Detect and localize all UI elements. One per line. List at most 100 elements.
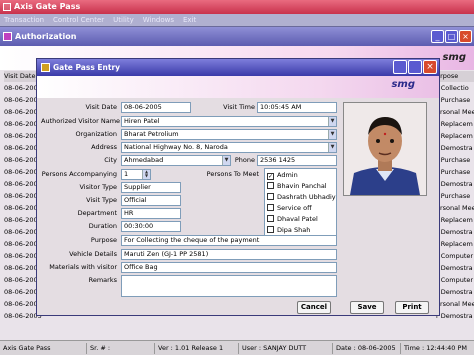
table-row-purpose[interactable]: r Demostra	[436, 227, 474, 238]
menu-control-center[interactable]: Control Center	[53, 16, 104, 24]
status-bar: Axis Gate Pass Sr. # : Ver : 1.01 Releas…	[0, 340, 474, 355]
dialog-minimize-button[interactable]	[393, 60, 407, 74]
stepper-arrows-icon[interactable]: ▲ ▼	[142, 170, 150, 179]
purpose-field[interactable]: For Collecting the cheque of the payment	[121, 235, 337, 246]
table-row-purpose[interactable]: r Demostra	[436, 263, 474, 274]
address-select[interactable]: National Highway No. 8, Naroda ▼	[121, 142, 337, 153]
dialog-title-bar: Gate Pass Entry	[37, 59, 439, 76]
address-label: Address	[91, 143, 117, 151]
table-row-purpose[interactable]: ersonal Mee	[436, 299, 474, 310]
table-row-purpose[interactable]: r Computer	[436, 251, 474, 262]
table-row-purpose[interactable]: r Demostra	[436, 311, 474, 322]
table-row-purpose[interactable]: r Replacem	[436, 131, 474, 142]
organization-value: Bharat Petrolium	[124, 130, 179, 138]
phone-field[interactable]: 2536 1425	[257, 155, 337, 166]
table-row-purpose[interactable]: ersonal Mee	[436, 107, 474, 118]
person-to-meet-item[interactable]: Dhaval Patel	[267, 214, 335, 225]
col-header-purpose[interactable]: urpose	[436, 71, 474, 82]
city-value: Ahmedabad	[124, 156, 164, 164]
table-row-purpose[interactable]: r Collectio	[436, 83, 474, 94]
person-to-meet-item[interactable]: Service off	[267, 203, 335, 214]
table-row-purpose[interactable]: r Purchase	[436, 191, 474, 202]
person-name: Dashrath Ubhadiya	[277, 193, 337, 201]
menu-transaction[interactable]: Transaction	[4, 16, 44, 24]
table-row-purpose[interactable]: r Computer	[436, 275, 474, 286]
app-title: Axis Gate Pass	[14, 2, 81, 11]
cancel-button[interactable]: Cancel	[297, 301, 331, 314]
person-to-meet-item[interactable]: Bhavin Panchal	[267, 181, 335, 192]
table-row-purpose[interactable]: r Replacem	[436, 239, 474, 250]
visitor-type-field[interactable]: Supplier	[121, 182, 181, 193]
app-icon	[3, 3, 11, 11]
visitor-photo	[343, 102, 427, 196]
menu-windows[interactable]: Windows	[143, 16, 174, 24]
table-row-purpose[interactable]: r Demostra	[436, 179, 474, 190]
menu-utility[interactable]: Utility	[113, 16, 134, 24]
status-serial: Sr. # :	[86, 343, 110, 354]
status-date: Date : 08-06-2005	[332, 343, 396, 354]
dialog-close-button[interactable]: ×	[423, 60, 437, 74]
dialog-maximize-button[interactable]	[408, 60, 422, 74]
persons-to-meet-list[interactable]: ✓ Admin Bhavin Panchal Dashrath Ubhadiya Ser…	[264, 168, 337, 241]
dialog-icon	[41, 63, 50, 72]
checkbox[interactable]	[267, 215, 274, 222]
organization-label: Organization	[75, 130, 117, 138]
persons-accompanying-value: 1	[124, 170, 129, 178]
chevron-down-icon[interactable]: ▼	[328, 117, 336, 126]
save-button[interactable]: Save	[350, 301, 384, 314]
visitor-name-value: Hiren Patel	[124, 117, 160, 125]
auth-close-button[interactable]: ×	[459, 30, 472, 43]
persons-accompanying-label: Persons Accompanying	[41, 170, 117, 178]
dialog-header: smg	[37, 76, 439, 98]
person-name: Bhavin Panchal	[277, 182, 327, 190]
gate-pass-dialog: Gate Pass Entry × smg Visit Date 08-06-2…	[36, 58, 440, 316]
checkbox[interactable]	[267, 204, 274, 211]
print-button[interactable]: Print	[395, 301, 429, 314]
city-select[interactable]: Ahmedabad ▼	[121, 155, 231, 166]
checkbox[interactable]: ✓	[267, 173, 274, 180]
checkbox[interactable]	[267, 193, 274, 200]
persons-to-meet-label: Persons To Meet	[206, 170, 259, 178]
duration-field[interactable]: 00:30:00	[121, 221, 181, 232]
table-row-purpose[interactable]: r Purchase	[436, 95, 474, 106]
department-label: Department	[77, 209, 117, 217]
visit-date-field[interactable]: 08-06-2005	[121, 102, 191, 113]
table-row-purpose[interactable]: ersonal Mee	[436, 203, 474, 214]
address-value: National Highway No. 8, Naroda	[124, 143, 228, 151]
visit-type-field[interactable]: Official	[121, 195, 181, 206]
organization-select[interactable]: Bharat Petrolium ▼	[121, 129, 337, 140]
table-row-purpose[interactable]: r Purchase	[436, 167, 474, 178]
visit-time-field[interactable]: 10:05:45 AM	[257, 102, 337, 113]
status-version: Ver : 1.01 Release 1	[154, 343, 223, 354]
checkbox[interactable]	[267, 182, 274, 189]
materials-field[interactable]: Office Bag	[121, 262, 337, 273]
table-row-purpose[interactable]: r Demostra	[436, 287, 474, 298]
materials-label: Materials with visitor	[49, 263, 117, 271]
department-field[interactable]: HR	[121, 208, 181, 219]
auth-maximize-button[interactable]: □	[445, 30, 458, 43]
visitor-name-label: Authorized Visitor Name	[41, 117, 121, 125]
auth-minimize-button[interactable]: _	[431, 30, 444, 43]
visitor-name-select[interactable]: Hiren Patel ▼	[121, 116, 337, 127]
chevron-down-icon[interactable]: ▼	[328, 143, 336, 152]
checkbox[interactable]	[267, 226, 274, 233]
smg-logo: smg	[391, 79, 415, 90]
visitor-type-label: Visitor Type	[79, 183, 118, 191]
person-to-meet-item[interactable]: Dashrath Ubhadiya	[267, 192, 337, 203]
table-row-purpose[interactable]: r Purchase	[436, 155, 474, 166]
table-row-purpose[interactable]: r Demostra	[436, 143, 474, 154]
chevron-down-icon[interactable]: ▼	[328, 130, 336, 139]
status-user: User : SANJAY DUTT	[238, 343, 306, 354]
person-to-meet-item[interactable]: ✓ Admin	[267, 170, 335, 181]
persons-accompanying-stepper[interactable]: 1 ▲ ▼	[121, 169, 151, 180]
vehicle-details-label: Vehicle Details	[69, 250, 117, 258]
table-row-purpose[interactable]: r Replacem	[436, 119, 474, 130]
vehicle-details-field[interactable]: Maruti Zen (GJ-1 PP 2581)	[121, 249, 337, 260]
city-label: City	[104, 156, 117, 164]
remarks-field[interactable]	[121, 275, 337, 297]
menu-bar: Transaction Control Center Utility Windows E…	[0, 14, 474, 26]
person-name: Admin	[277, 171, 298, 179]
person-name: Dipa Shah	[277, 226, 311, 234]
table-row-purpose[interactable]: r Replacem	[436, 215, 474, 226]
menu-exit[interactable]: Exit	[183, 16, 196, 24]
